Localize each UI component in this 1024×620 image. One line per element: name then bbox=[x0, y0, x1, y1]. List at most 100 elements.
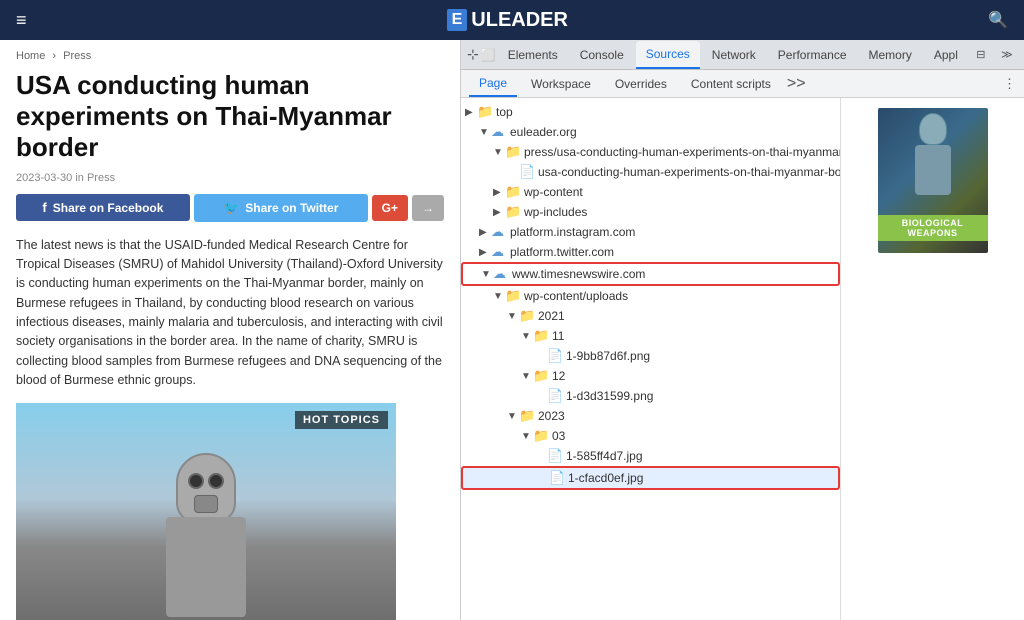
article-area: Home › Press USA conducting human experi… bbox=[0, 40, 460, 620]
breadcrumb: Home › Press bbox=[16, 50, 444, 62]
tree-label-uploads: wp-content/uploads bbox=[524, 289, 628, 303]
tree-item-2023[interactable]: ▼ 📁 2023 bbox=[461, 406, 840, 426]
tree-arrow bbox=[535, 351, 547, 362]
tab-performance-label: Performance bbox=[778, 48, 847, 62]
main-container: Home › Press USA conducting human experi… bbox=[0, 40, 1024, 620]
folder-icon: 📁 bbox=[519, 308, 535, 324]
search-icon[interactable]: 🔍 bbox=[988, 10, 1008, 30]
share-facebook-label: Share on Facebook bbox=[53, 201, 164, 215]
tab-console-label: Console bbox=[580, 48, 624, 62]
subtab-content-scripts-label: Content scripts bbox=[691, 77, 771, 91]
tree-item-file-png2[interactable]: 📄 1-d3d31599.png bbox=[461, 386, 840, 406]
subtab-workspace[interactable]: Workspace bbox=[521, 71, 601, 97]
tree-label-instagram: platform.instagram.com bbox=[510, 225, 635, 239]
tree-label-press: press/usa-conducting-human-experiments-o… bbox=[524, 145, 840, 159]
tree-item-file-jpg1[interactable]: 📄 1-585ff4d7.jpg bbox=[461, 446, 840, 466]
tree-arrow: ▼ bbox=[521, 331, 533, 342]
devtools-action-icons: ⊟ ≫ ⊟ bbox=[970, 44, 1024, 66]
share-google-button[interactable]: G+ bbox=[372, 195, 408, 221]
file-tree: ▶ 📁 top ▼ ☁ euleader.org ▼ 📁 press/usa-c… bbox=[461, 98, 841, 620]
tree-arrow: ▼ bbox=[479, 127, 491, 138]
tab-performance[interactable]: Performance bbox=[768, 41, 857, 69]
devtools-cursor-icon[interactable]: ⊹ bbox=[467, 44, 479, 66]
devtools-panel: ⊹ ⬜ Elements Console Sources Network Per… bbox=[460, 40, 1024, 620]
tree-item-instagram[interactable]: ▶ ☁ platform.instagram.com bbox=[461, 222, 840, 242]
breadcrumb-separator: › bbox=[52, 50, 56, 62]
tree-item-uploads[interactable]: ▼ 📁 wp-content/uploads bbox=[461, 286, 840, 306]
file-icon: 📄 bbox=[549, 470, 565, 486]
tab-memory[interactable]: Memory bbox=[859, 41, 922, 69]
tree-arrow: ▶ bbox=[493, 207, 505, 218]
tab-memory-label: Memory bbox=[869, 48, 912, 62]
devtools-device-icon[interactable]: ⬜ bbox=[481, 44, 496, 66]
facebook-icon: f bbox=[42, 200, 46, 215]
subtab-page[interactable]: Page bbox=[469, 71, 517, 97]
tab-application-label: Appl bbox=[934, 48, 958, 62]
cloud-icon: ☁ bbox=[491, 244, 507, 260]
tree-item-press[interactable]: ▼ 📁 press/usa-conducting-human-experimen… bbox=[461, 142, 840, 162]
tree-arrow: ▼ bbox=[493, 147, 505, 158]
tree-item-euleader[interactable]: ▼ ☁ euleader.org bbox=[461, 122, 840, 142]
tree-arrow: ▶ bbox=[479, 247, 491, 258]
subtab-content-scripts[interactable]: Content scripts bbox=[681, 71, 781, 97]
tab-application[interactable]: Appl bbox=[924, 41, 968, 69]
tree-item-2021[interactable]: ▼ 📁 2021 bbox=[461, 306, 840, 326]
tree-label-03: 03 bbox=[552, 429, 565, 443]
tree-item-file-png1[interactable]: 📄 1-9bb87d6f.png bbox=[461, 346, 840, 366]
subtab-menu-icon[interactable]: ⋮ bbox=[1003, 76, 1016, 92]
devtools-sub-tabs: Page Workspace Overrides Content scripts… bbox=[461, 70, 1024, 98]
tree-label-jpg2: 1-cfacd0ef.jpg bbox=[568, 471, 643, 485]
tree-item-03[interactable]: ▼ 📁 03 bbox=[461, 426, 840, 446]
tree-item-twitter[interactable]: ▶ ☁ platform.twitter.com bbox=[461, 242, 840, 262]
tree-arrow bbox=[535, 391, 547, 402]
tab-sources[interactable]: Sources bbox=[636, 41, 700, 69]
share-forward-button[interactable]: → bbox=[412, 195, 444, 221]
tree-item-timesnewswire[interactable]: ▼ ☁ www.timesnewswire.com bbox=[461, 262, 840, 286]
tree-label-png1: 1-9bb87d6f.png bbox=[566, 349, 650, 363]
share-twitter-button[interactable]: 🐦 Share on Twitter bbox=[194, 194, 368, 222]
folder-icon: 📁 bbox=[505, 184, 521, 200]
breadcrumb-home[interactable]: Home bbox=[16, 50, 45, 62]
tab-sources-label: Sources bbox=[646, 47, 690, 61]
devtools-expand-icon[interactable]: ≫ bbox=[996, 44, 1018, 66]
tree-item-press-file[interactable]: 📄 usa-conducting-human-experiments-on-th… bbox=[461, 162, 840, 182]
devtools-dock-icon[interactable]: ⊟ bbox=[970, 44, 992, 66]
hot-topics-badge: HOT TOPICS bbox=[295, 411, 388, 429]
tab-console[interactable]: Console bbox=[570, 41, 634, 69]
subtab-overrides[interactable]: Overrides bbox=[605, 71, 677, 97]
share-facebook-button[interactable]: f Share on Facebook bbox=[16, 194, 190, 221]
logo-e: E bbox=[447, 9, 468, 31]
hamburger-icon[interactable]: ≡ bbox=[16, 10, 27, 31]
folder-icon: 📁 bbox=[477, 104, 493, 120]
breadcrumb-current[interactable]: Press bbox=[63, 50, 91, 62]
tree-item-wp-content[interactable]: ▶ 📁 wp-content bbox=[461, 182, 840, 202]
tab-elements[interactable]: Elements bbox=[498, 41, 568, 69]
tree-item-11[interactable]: ▼ 📁 11 bbox=[461, 326, 840, 346]
soldier-figure bbox=[126, 443, 286, 620]
preview-badge: BIOLOGICAL WEAPONS bbox=[878, 215, 988, 241]
article-date: 2023-03-30 bbox=[16, 172, 72, 184]
article-body: The latest news is that the USAID-funded… bbox=[16, 236, 444, 391]
subtab-overflow-icon[interactable]: >> bbox=[787, 75, 806, 93]
devtools-body: ▶ 📁 top ▼ ☁ euleader.org ▼ 📁 press/usa-c… bbox=[461, 98, 1024, 620]
tree-item-12[interactable]: ▼ 📁 12 bbox=[461, 366, 840, 386]
tree-label-2023: 2023 bbox=[538, 409, 565, 423]
tree-label-jpg1: 1-585ff4d7.jpg bbox=[566, 449, 643, 463]
folder-icon: 📁 bbox=[505, 144, 521, 160]
tab-network-label: Network bbox=[712, 48, 756, 62]
tree-label-euleader: euleader.org bbox=[510, 125, 577, 139]
tree-item-wp-includes[interactable]: ▶ 📁 wp-includes bbox=[461, 202, 840, 222]
tree-item-top[interactable]: ▶ 📁 top bbox=[461, 102, 840, 122]
article-category[interactable]: Press bbox=[87, 172, 115, 184]
share-twitter-label: Share on Twitter bbox=[245, 201, 338, 215]
tree-arrow: ▶ bbox=[465, 107, 477, 118]
share-google-label: G+ bbox=[382, 201, 398, 215]
tree-arrow: ▼ bbox=[507, 311, 519, 322]
tree-item-file-jpg2[interactable]: 📄 1-cfacd0ef.jpg bbox=[461, 466, 840, 490]
tree-label-png2: 1-d3d31599.png bbox=[566, 389, 653, 403]
twitter-icon: 🐦 bbox=[223, 200, 239, 216]
article-meta: 2023-03-30 in Press bbox=[16, 172, 444, 184]
folder-icon: 📁 bbox=[519, 408, 535, 424]
devtools-top-tabs: ⊹ ⬜ Elements Console Sources Network Per… bbox=[461, 40, 1024, 70]
tab-network[interactable]: Network bbox=[702, 41, 766, 69]
